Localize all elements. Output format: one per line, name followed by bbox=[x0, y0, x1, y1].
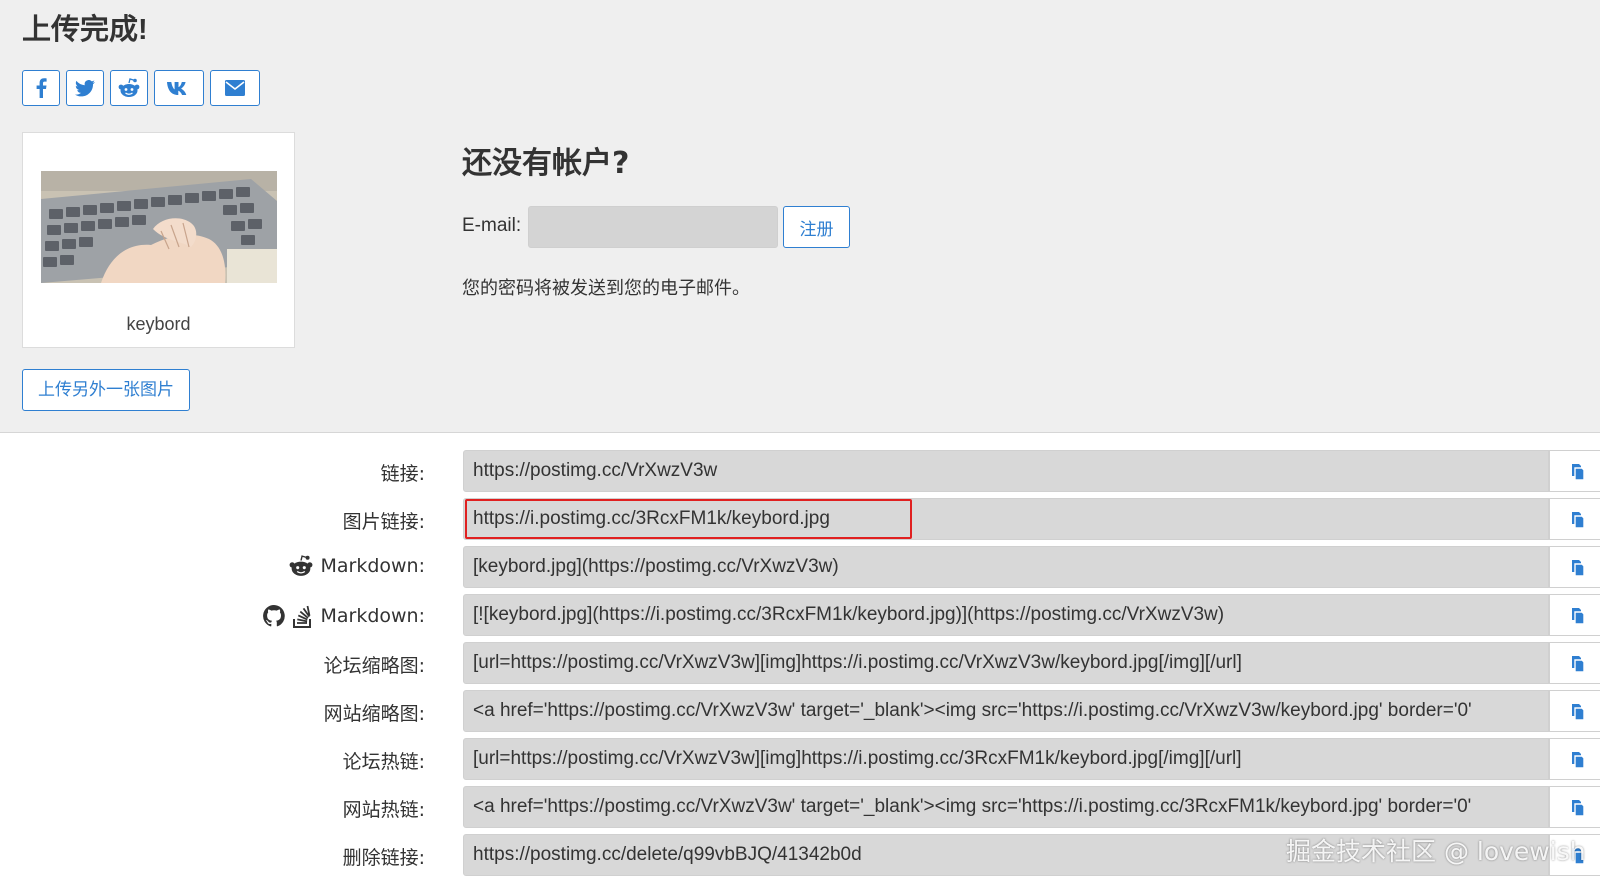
copy-icon bbox=[1571, 704, 1585, 721]
vk-icon bbox=[167, 82, 187, 95]
link-label: 图片链接: bbox=[342, 511, 425, 533]
link-field[interactable]: <a href='https://postimg.cc/VrXwzV3w' ta… bbox=[463, 786, 1549, 828]
link-label: Markdown: bbox=[320, 555, 425, 577]
copy-icon bbox=[1571, 512, 1585, 529]
link-row-markdown-reddit: Markdown: [keybord.jpg](https://postimg.… bbox=[0, 546, 1600, 588]
link-label: 链接: bbox=[380, 463, 425, 485]
uploaded-image-thumbnail[interactable] bbox=[41, 171, 277, 283]
link-label: 论坛热链: bbox=[342, 751, 425, 773]
reddit-icon bbox=[118, 78, 140, 97]
copy-button[interactable] bbox=[1549, 642, 1600, 684]
copy-button[interactable] bbox=[1549, 546, 1600, 588]
link-field[interactable]: [url=https://postimg.cc/VrXwzV3w][img]ht… bbox=[463, 738, 1549, 780]
email-input[interactable] bbox=[528, 206, 778, 248]
link-row-forum-thumbnail: 论坛缩略图: [url=https://postimg.cc/VrXwzV3w]… bbox=[0, 642, 1600, 684]
copy-icon bbox=[1571, 800, 1585, 817]
link-field[interactable]: [keybord.jpg](https://postimg.cc/VrXwzV3… bbox=[463, 546, 1549, 588]
email-share-button[interactable] bbox=[210, 70, 260, 106]
facebook-icon bbox=[36, 78, 47, 98]
register-button[interactable]: 注册 bbox=[783, 206, 850, 248]
copy-icon bbox=[1571, 464, 1585, 481]
link-field[interactable]: [url=https://postimg.cc/VrXwzV3w][img]ht… bbox=[463, 642, 1549, 684]
link-label: 网站缩略图: bbox=[323, 703, 425, 725]
link-field[interactable]: [![keybord.jpg](https://i.postimg.cc/3Rc… bbox=[463, 594, 1549, 636]
link-row-direct: 链接: https://postimg.cc/VrXwzV3w bbox=[0, 450, 1600, 492]
link-row-site-hotlink: 网站热链: <a href='https://postimg.cc/VrXwzV… bbox=[0, 786, 1600, 828]
twitter-icon bbox=[75, 79, 95, 96]
link-row-markdown-github: Markdown: [![keybord.jpg](https://i.post… bbox=[0, 594, 1600, 636]
upload-another-button[interactable]: 上传另外一张图片 bbox=[22, 369, 190, 411]
facebook-share-button[interactable] bbox=[22, 70, 60, 106]
share-bar bbox=[22, 70, 260, 106]
link-label: 论坛缩略图: bbox=[323, 655, 425, 677]
copy-button[interactable] bbox=[1549, 594, 1600, 636]
image-thumbnail-card: keybord bbox=[22, 132, 295, 348]
link-label: Markdown: bbox=[320, 605, 425, 627]
reddit-icon bbox=[290, 555, 313, 576]
link-row-site-thumbnail: 网站缩略图: <a href='https://postimg.cc/VrXwz… bbox=[0, 690, 1600, 732]
upload-result-panel: 上传完成! keybord 上传另外一张图片 还没有帐户? E-mail: 注册… bbox=[0, 0, 1600, 433]
copy-button[interactable] bbox=[1549, 690, 1600, 732]
vk-share-button[interactable] bbox=[154, 70, 204, 106]
link-field[interactable]: https://postimg.cc/VrXwzV3w bbox=[463, 450, 1549, 492]
copy-button[interactable] bbox=[1549, 498, 1600, 540]
link-row-image: 图片链接: https://i.postimg.cc/3RcxFM1k/keyb… bbox=[0, 498, 1600, 540]
github-icon bbox=[263, 605, 286, 627]
link-field[interactable]: https://i.postimg.cc/3RcxFM1k/keybord.jp… bbox=[463, 498, 1549, 540]
keyboard-illustration bbox=[41, 171, 277, 283]
password-note: 您的密码将被发送到您的电子邮件。 bbox=[462, 278, 750, 299]
twitter-share-button[interactable] bbox=[66, 70, 104, 106]
envelope-icon bbox=[225, 80, 245, 96]
image-caption: keybord bbox=[126, 314, 191, 334]
watermark: 掘金技术社区 @ lovewish bbox=[1286, 837, 1586, 866]
link-field[interactable]: <a href='https://postimg.cc/VrXwzV3w' ta… bbox=[463, 690, 1549, 732]
copy-button[interactable] bbox=[1549, 450, 1600, 492]
link-label: 删除链接: bbox=[342, 847, 425, 869]
link-label: 网站热链: bbox=[342, 799, 425, 821]
reddit-share-button[interactable] bbox=[110, 70, 148, 106]
copy-icon bbox=[1571, 656, 1585, 673]
account-heading: 还没有帐户? bbox=[462, 146, 630, 181]
copy-icon bbox=[1571, 560, 1585, 577]
page-title: 上传完成! bbox=[22, 14, 148, 46]
copy-button[interactable] bbox=[1549, 738, 1600, 780]
copy-icon bbox=[1571, 752, 1585, 769]
link-row-forum-hotlink: 论坛热链: [url=https://postimg.cc/VrXwzV3w][… bbox=[0, 738, 1600, 780]
email-label: E-mail: bbox=[462, 215, 522, 236]
copy-icon bbox=[1571, 608, 1585, 625]
stackoverflow-icon bbox=[293, 605, 312, 628]
copy-button[interactable] bbox=[1549, 786, 1600, 828]
